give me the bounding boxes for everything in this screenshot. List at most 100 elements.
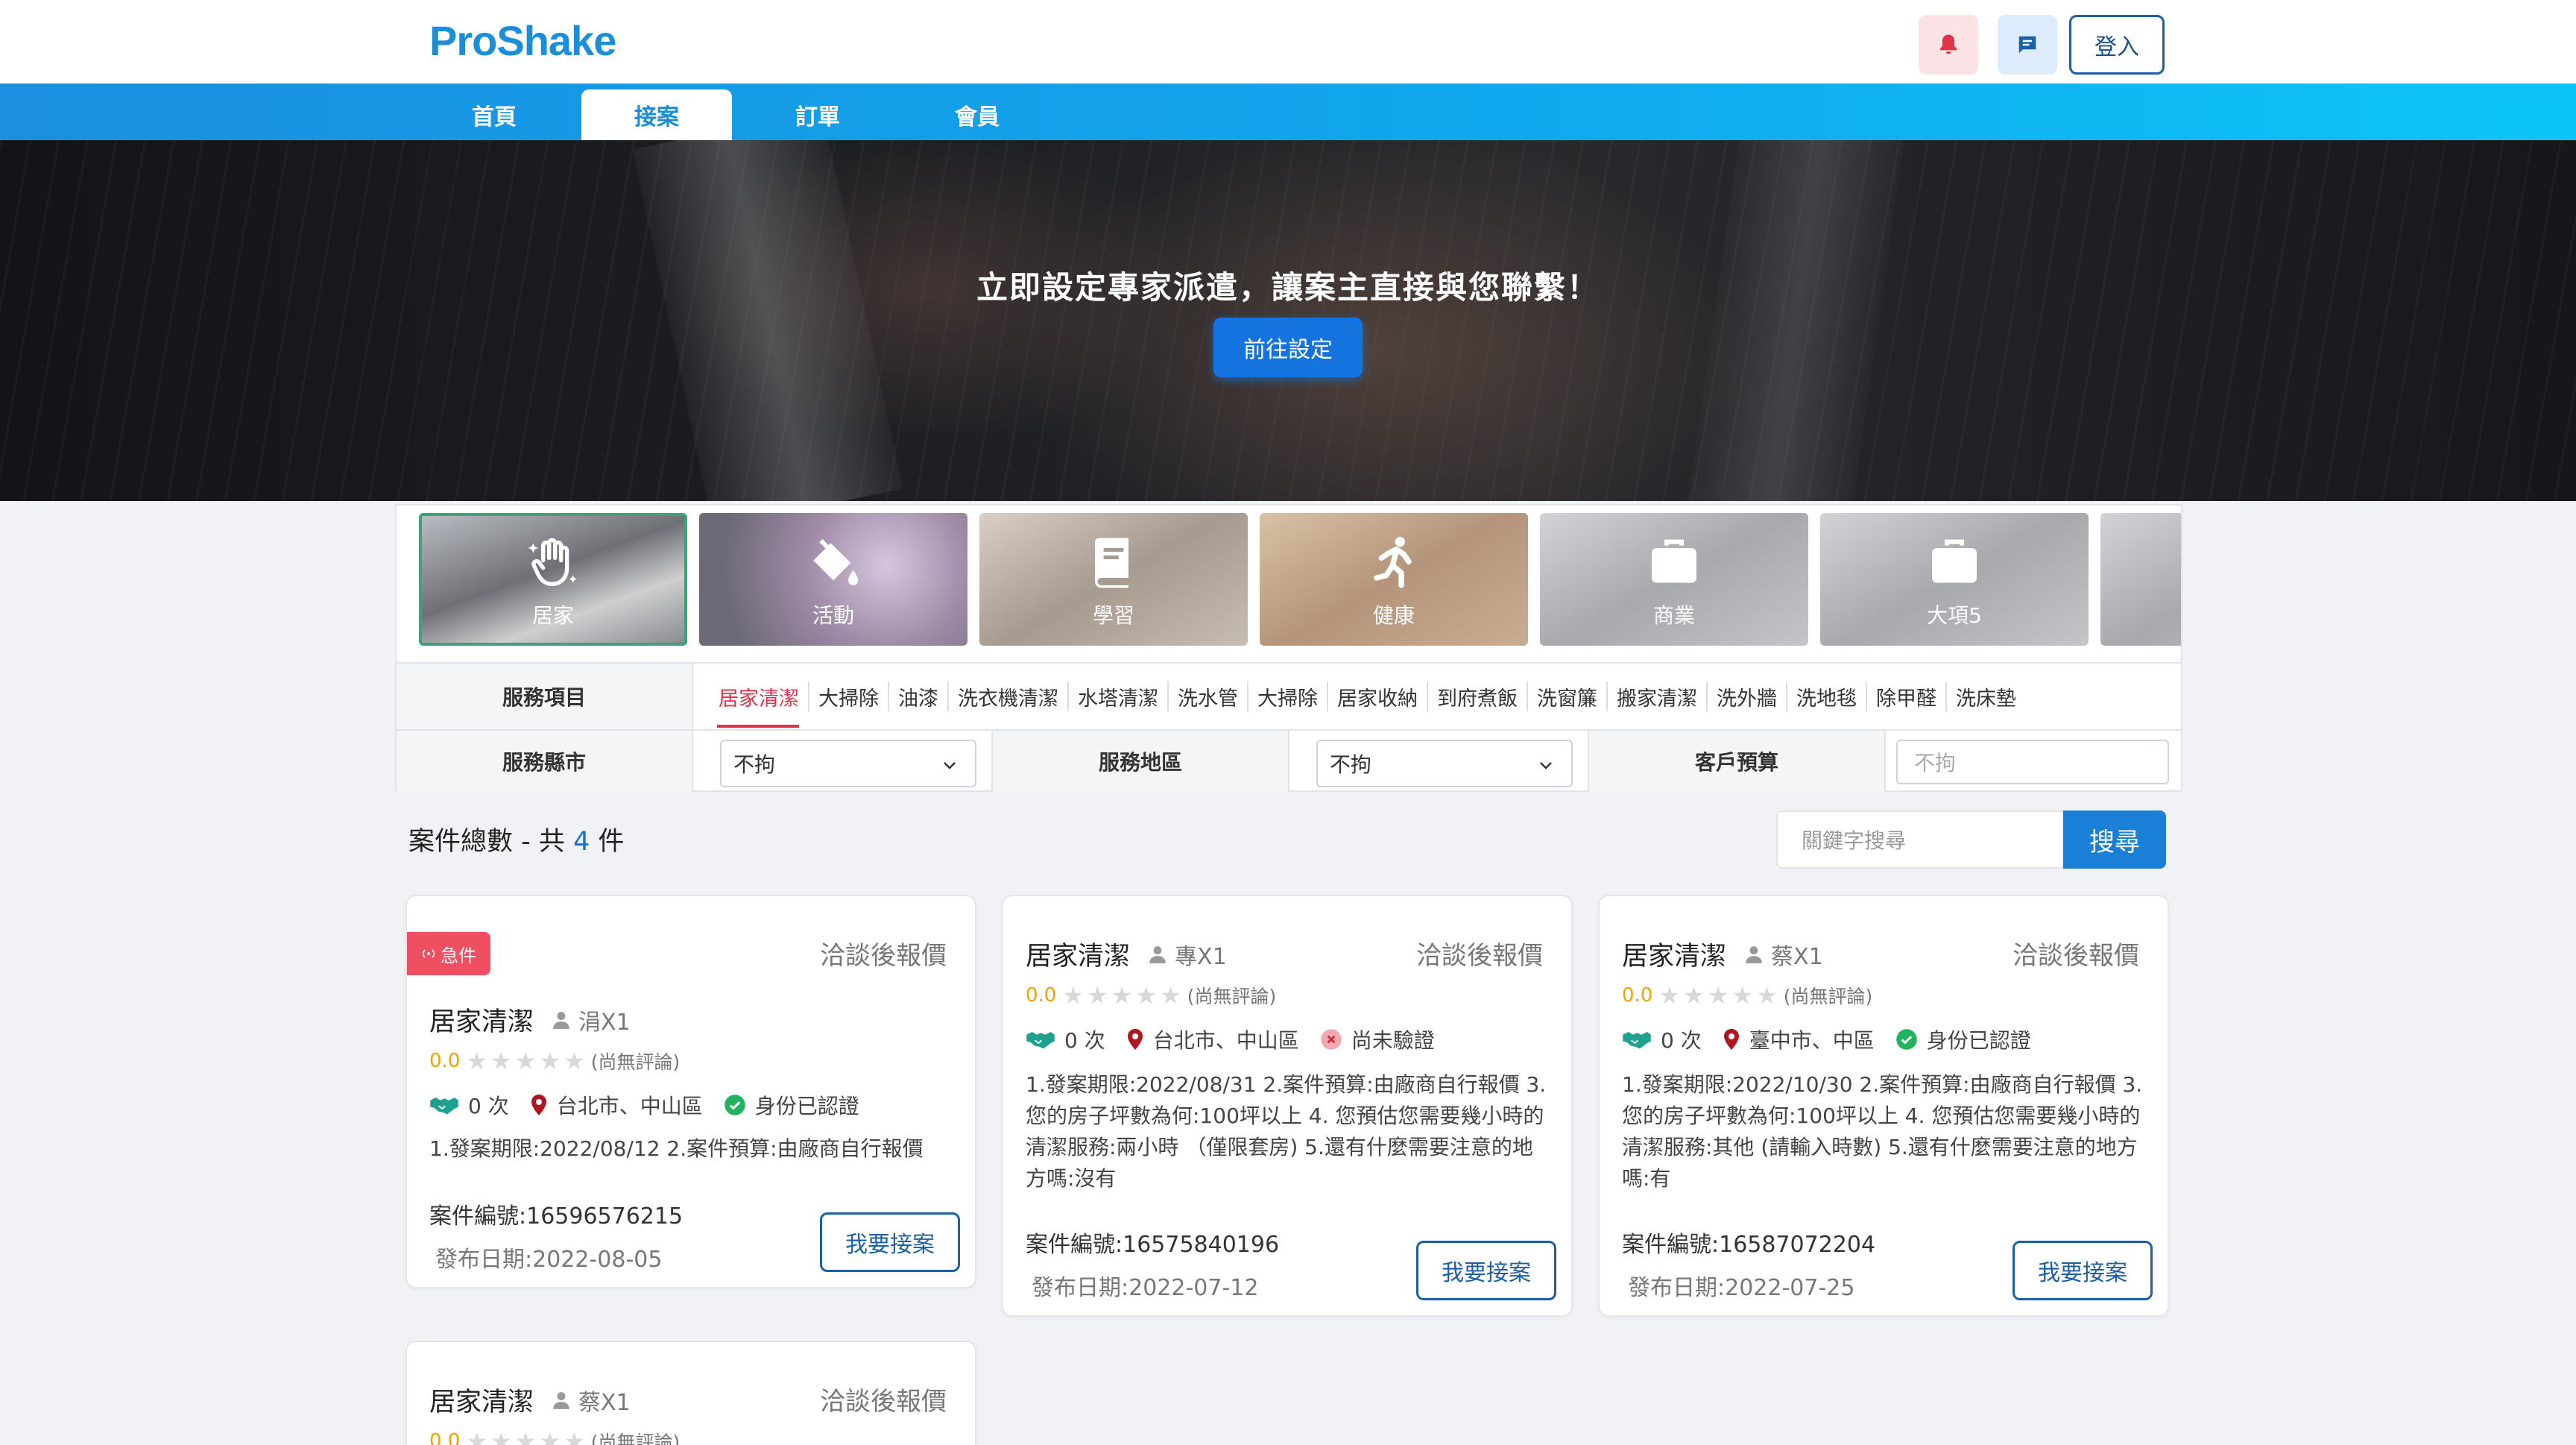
nav-orders[interactable]: 訂單 (742, 89, 893, 140)
nav-jobs[interactable]: 接案 (581, 89, 732, 140)
service-item[interactable]: 洗窗簾 (1528, 681, 1608, 711)
case-card: 洽談後報價 居家清潔 蔡X1 0.0 ★★★★★ (尚無評論) 0 次 臺中市、… (1598, 895, 2169, 1317)
service-item[interactable]: 洗衣機清潔 (949, 681, 1069, 711)
service-item[interactable]: 居家清潔 (717, 681, 809, 728)
city-label: 服務縣市 (397, 731, 693, 792)
publish-date: 發布日期:2022-07-25 (1628, 1275, 1855, 1301)
check-circle-icon (1895, 1029, 1917, 1050)
user-icon (553, 1011, 569, 1029)
service-item[interactable]: 洗外牆 (1708, 681, 1787, 711)
service-item[interactable]: 洗水管 (1169, 681, 1248, 711)
category-strip: 居家 活動 學習 健康 商業 大項5 (397, 506, 2181, 662)
star-icons: ★★★★★ (466, 1427, 588, 1445)
category-label: 活動 (812, 603, 854, 628)
service-item[interactable]: 洗床墊 (1947, 681, 2025, 711)
category-home[interactable]: 居家 (419, 513, 687, 646)
signal-icon (423, 949, 435, 958)
bell-icon (1939, 34, 1957, 54)
login-button[interactable]: 登入 (2069, 15, 2165, 75)
city-select[interactable]: 不拘 (720, 740, 976, 787)
budget-label: 客戶預算 (1588, 731, 1886, 792)
urgent-badge: 急件 (407, 932, 490, 975)
x-circle-icon (1320, 1029, 1342, 1050)
hand-sparkle-icon (520, 529, 587, 596)
chevron-down-icon (1540, 762, 1552, 769)
client-name: 專X1 (1148, 938, 1227, 971)
service-item[interactable]: 水塔清潔 (1069, 681, 1169, 711)
case-number: 案件編號:16575840196 (1026, 1232, 1280, 1258)
rating: 0.0 ★★★★★ (尚無評論) (429, 1427, 680, 1445)
case-title: 居家清潔 蔡X1 (1622, 935, 1823, 973)
category-learning[interactable]: 學習 (979, 513, 1248, 646)
price-text: 洽談後報價 (2012, 941, 2139, 971)
service-item[interactable]: 油漆 (889, 681, 949, 711)
result-count-number: 4 (573, 827, 590, 857)
star-icons: ★★★★★ (1658, 981, 1781, 1010)
main-nav: 首頁 接案 訂單 會員 (0, 84, 2576, 140)
take-case-button[interactable]: 我要接案 (1416, 1241, 1556, 1300)
location-pin-icon (1127, 1029, 1143, 1050)
case-card: 洽談後報價 居家清潔 專X1 0.0 ★★★★★ (尚無評論) 0 次 台北市、… (1002, 895, 1573, 1317)
go-settings-button[interactable]: 前往設定 (1213, 318, 1363, 377)
category-business[interactable]: 商業 (1540, 513, 1808, 646)
user-icon (1746, 945, 1762, 963)
category-event[interactable]: 活動 (699, 513, 967, 646)
service-item[interactable]: 搬家清潔 (1608, 681, 1708, 711)
case-title: 居家清潔 涓X1 (429, 1001, 631, 1039)
keyword-search-input[interactable]: 關鍵字搜尋 (1776, 810, 2064, 869)
star-icons: ★★★★★ (1062, 981, 1184, 1010)
location-pin-icon (531, 1095, 546, 1115)
case-title: 居家清潔 蔡X1 (429, 1381, 631, 1419)
category-next[interactable] (2100, 513, 2181, 646)
category-label: 居家 (531, 603, 574, 628)
category-label: 大項5 (1927, 603, 1982, 628)
user-icon (1149, 945, 1166, 963)
logo[interactable]: ProShake (429, 16, 616, 65)
rating: 0.0 ★★★★★ (尚無評論) (429, 1047, 681, 1075)
price-text: 洽談後報價 (820, 941, 947, 971)
nav-home[interactable]: 首頁 (419, 89, 569, 140)
case-description: 1.發案期限:2022/10/30 2.案件預算:由廠商自行報價 3.您的房子坪… (1622, 1072, 2143, 1191)
budget-input[interactable]: 不拘 (1896, 740, 2169, 784)
area-select[interactable]: 不拘 (1316, 740, 1573, 787)
top-header: ProShake 登入 (0, 0, 2576, 84)
nav-member[interactable]: 會員 (902, 89, 1052, 140)
filter-panel: 居家 活動 學習 健康 商業 大項5 服務項目 居家清潔 大掃除 油漆 洗衣機清… (395, 504, 2182, 792)
take-case-button[interactable]: 我要接案 (820, 1212, 960, 1272)
handshake-icon (1026, 1032, 1055, 1049)
area-label: 服務地區 (991, 731, 1289, 792)
briefcase-icon (1921, 529, 1988, 596)
notification-button[interactable] (1919, 15, 1978, 75)
message-button[interactable] (1998, 15, 2057, 75)
category-health[interactable]: 健康 (1260, 513, 1528, 646)
category-major5[interactable]: 大項5 (1820, 513, 2089, 646)
book-icon (1080, 529, 1147, 596)
case-meta: 0 次 台北市、中山區 尚未驗證 (1026, 1024, 1456, 1054)
case-meta: 0 次 台北市、中山區 身份已認證 (429, 1090, 880, 1120)
service-item[interactable]: 居家收納 (1328, 681, 1428, 711)
area-value: 不拘 (1330, 752, 1372, 777)
category-label: 商業 (1652, 603, 1695, 628)
service-row: 服務項目 居家清潔 大掃除 油漆 洗衣機清潔 水塔清潔 洗水管 大掃除 居家收納… (397, 662, 2181, 729)
price-text: 洽談後報價 (1416, 941, 1543, 971)
user-icon (553, 1391, 569, 1409)
case-number: 案件編號:16596576215 (429, 1203, 684, 1230)
rating: 0.0 ★★★★★ (尚無評論) (1622, 981, 1873, 1010)
service-label: 服務項目 (397, 664, 693, 729)
service-item[interactable]: 洗地毯 (1787, 681, 1867, 711)
hero-banner: 立即設定專家派遣，讓案主直接與您聯繫！ 前往設定 (0, 140, 2576, 501)
handshake-icon (1623, 1032, 1651, 1049)
service-item[interactable]: 大掃除 (1248, 681, 1328, 711)
city-value: 不拘 (733, 752, 776, 777)
case-card: 洽談後報價 居家清潔 蔡X1 0.0 ★★★★★ (尚無評論) (405, 1341, 976, 1445)
service-item[interactable]: 到府煮飯 (1428, 681, 1528, 711)
category-label: 健康 (1372, 603, 1415, 628)
rating: 0.0 ★★★★★ (尚無評論) (1026, 981, 1277, 1010)
take-case-button[interactable]: 我要接案 (2012, 1241, 2153, 1300)
client-name: 蔡X1 (552, 1384, 631, 1417)
service-item[interactable]: 大掃除 (809, 681, 889, 711)
search-button[interactable]: 搜尋 (2063, 810, 2166, 869)
case-meta: 0 次 臺中市、中區 身份已認證 (1622, 1024, 2052, 1054)
case-number: 案件編號:16587072204 (1622, 1232, 1876, 1258)
service-item[interactable]: 除甲醛 (1867, 681, 1947, 711)
